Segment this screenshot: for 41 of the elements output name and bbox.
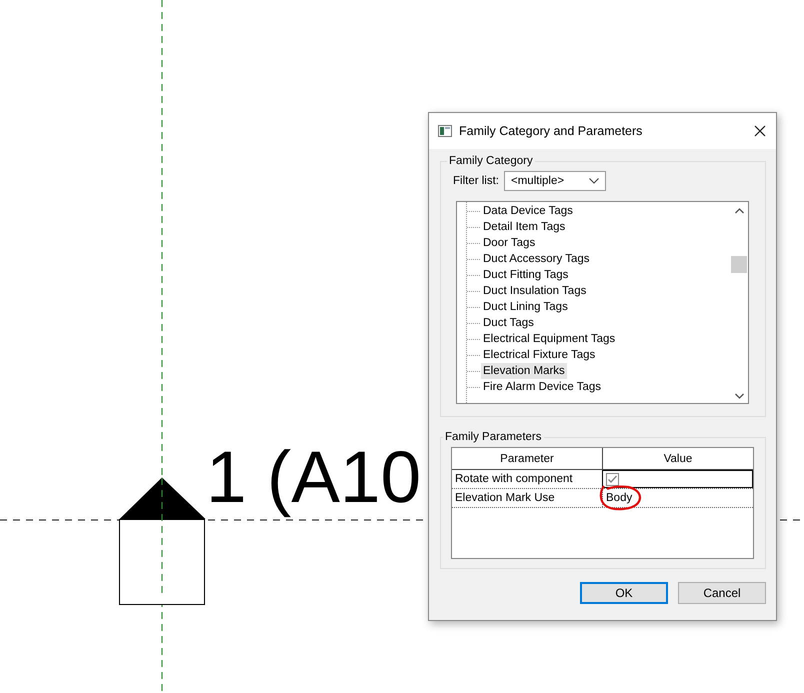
column-header[interactable]: Value xyxy=(603,448,753,469)
filter-dropdown[interactable]: <multiple> xyxy=(504,171,606,191)
table-cell: Body xyxy=(606,492,632,504)
tree-item[interactable]: Detail Item Tags xyxy=(481,219,568,235)
tree-item[interactable]: Fire Alarm Device Tags xyxy=(481,379,604,395)
tree-item[interactable]: Door Tags xyxy=(481,235,538,251)
table-cell-text: Elevation Mark Use xyxy=(454,491,556,506)
group-heading: Family Parameters xyxy=(444,431,542,443)
tree-item[interactable]: Duct Insulation Tags xyxy=(481,283,588,299)
window-title: Family Category and Parameters xyxy=(459,124,644,138)
tree-line xyxy=(467,354,481,356)
tree-item[interactable]: Duct Tags xyxy=(481,315,536,331)
tree-item[interactable]: Duct Fitting Tags xyxy=(481,267,570,283)
filter-label: Filter list: xyxy=(453,175,499,187)
close-icon[interactable] xyxy=(754,125,766,137)
tree-line xyxy=(467,226,481,228)
tree-line xyxy=(467,370,481,372)
tree-item[interactable]: Electrical Fixture Tags xyxy=(481,347,598,363)
dialog-button[interactable]: Cancel xyxy=(678,582,766,604)
tree-item[interactable]: Elevation Marks xyxy=(481,363,567,379)
tree-line xyxy=(467,242,481,244)
scroll-thumb[interactable] xyxy=(731,256,747,273)
tree-line xyxy=(467,258,481,260)
column-header[interactable]: Parameter xyxy=(452,448,603,469)
tree-line xyxy=(467,306,481,308)
tree-line xyxy=(467,322,481,324)
group-heading: Family Category xyxy=(448,155,534,167)
dialog-button[interactable]: OK xyxy=(580,582,668,604)
tree-line xyxy=(467,274,481,276)
table-cell-text: Rotate with component xyxy=(454,472,574,487)
tree-line xyxy=(467,386,481,388)
checkbox[interactable] xyxy=(606,472,619,486)
app-icon xyxy=(438,125,452,137)
tree-item[interactable]: Data Device Tags xyxy=(481,203,575,219)
tree-line xyxy=(467,338,481,340)
tree-item[interactable]: Electrical Equipment Tags xyxy=(481,331,618,347)
chevron-icon xyxy=(589,178,599,184)
tree-line xyxy=(467,210,481,212)
tree-line xyxy=(467,290,481,292)
tree-item[interactable]: Duct Accessory Tags xyxy=(481,251,592,267)
tree-item[interactable]: Duct Lining Tags xyxy=(481,299,570,315)
